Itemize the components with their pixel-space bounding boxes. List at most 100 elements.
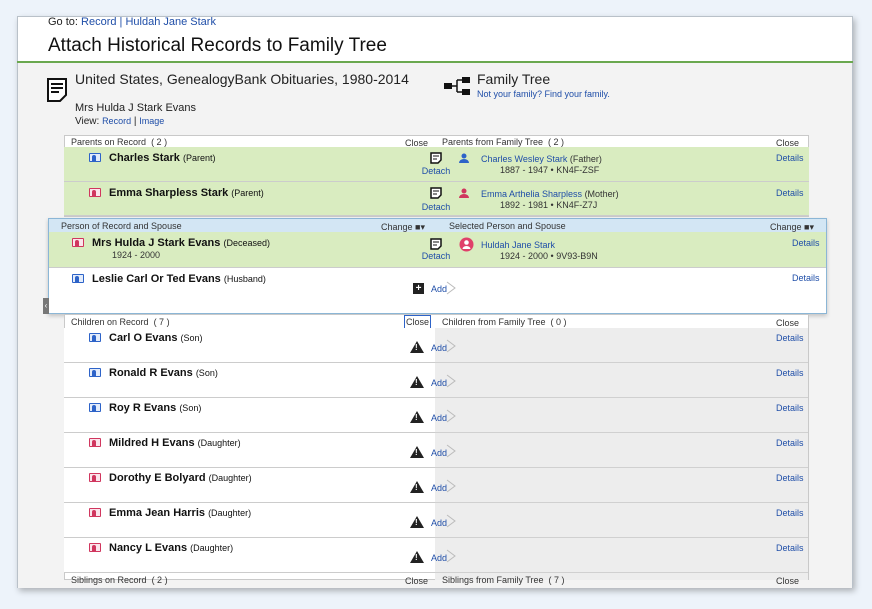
details-link[interactable]: Details	[776, 438, 804, 448]
male-person-icon	[89, 333, 101, 342]
child-role: (Daughter)	[197, 438, 241, 448]
tree-mother-dates: 1892 - 1981 • KN4F-Z7J	[500, 200, 598, 210]
children-close-button[interactable]: Close	[404, 315, 432, 329]
view-image-link[interactable]: Image	[139, 116, 164, 126]
chevron-right-icon	[446, 549, 456, 563]
female-person-icon	[89, 508, 101, 517]
detach-record-icon	[430, 238, 442, 250]
record-link[interactable]: Record | Huldah Jane Stark	[81, 16, 216, 28]
female-person-icon	[72, 238, 84, 247]
parents-tree-header: Parents from Family Tree ( 2 )	[442, 137, 564, 147]
details-link[interactable]: Details	[776, 188, 804, 198]
detach-button[interactable]: Detach	[419, 202, 453, 212]
children-tree-close-button[interactable]: Close	[776, 318, 799, 328]
parent-role: (Parent)	[183, 153, 216, 163]
detach-button[interactable]: Detach	[419, 166, 453, 176]
view-label: View:	[75, 116, 100, 127]
row-divider	[435, 467, 808, 468]
child-role: (Daughter)	[208, 473, 252, 483]
chevron-right-icon	[446, 339, 456, 353]
child-name: Nancy L Evans (Daughter)	[109, 542, 233, 554]
male-person-icon	[89, 153, 101, 162]
spouse-role: (Husband)	[223, 274, 266, 284]
family-tree-title: Family Tree	[477, 71, 551, 87]
female-person-icon	[89, 543, 101, 552]
details-link[interactable]: Details	[792, 238, 820, 248]
tree-father-link[interactable]: Charles Wesley Stark	[481, 154, 567, 164]
female-person-icon	[89, 188, 101, 197]
parent-role: (Parent)	[231, 188, 264, 198]
record-subject: Mrs Hulda J Stark Evans	[75, 102, 197, 114]
tree-mother: Emma Arthelia Sharpless (Mother)	[481, 189, 619, 199]
chevron-right-icon	[446, 444, 456, 458]
collapse-handle[interactable]: ‹	[43, 298, 49, 314]
siblings-tree-header-label: Siblings from Family Tree	[442, 575, 544, 585]
child-name-text: Emma Jean Harris	[109, 507, 205, 519]
details-link[interactable]: Details	[776, 403, 804, 413]
add-child-button[interactable]: Add	[431, 378, 447, 388]
chevron-right-icon	[446, 374, 456, 388]
record-view: View: Record | Image	[75, 116, 165, 127]
details-link[interactable]: Details	[776, 473, 804, 483]
warning-icon	[410, 446, 424, 458]
add-child-button[interactable]: Add	[431, 553, 447, 563]
siblings-tree-header: Siblings from Family Tree ( 7 )	[442, 575, 565, 585]
view-record-link[interactable]: Record	[102, 116, 131, 126]
detach-record-icon	[430, 152, 442, 164]
record-document-icon	[47, 78, 67, 102]
parents-tree-header-label: Parents from Family Tree	[442, 137, 544, 147]
plus-icon: +	[413, 283, 424, 294]
parent-name: Charles Stark (Parent)	[109, 152, 216, 164]
children-record-count: ( 7 )	[153, 317, 170, 327]
add-child-button[interactable]: Add	[431, 483, 447, 493]
children-tree-header: Children from Family Tree ( 0 )	[442, 317, 567, 327]
warning-icon	[410, 551, 424, 563]
tree-father-dates: 1887 - 1947 • KN4F-ZSF	[500, 165, 600, 175]
tree-father-rel: (Father)	[569, 154, 602, 164]
details-link[interactable]: Details	[776, 333, 804, 343]
row-divider	[435, 432, 808, 433]
chevron-right-icon	[446, 514, 456, 528]
siblings-record-header-label: Siblings on Record	[71, 575, 147, 585]
siblings-tree-close-button[interactable]: Close	[776, 576, 799, 586]
add-child-button[interactable]: Add	[431, 518, 447, 528]
add-child-button[interactable]: Add	[431, 448, 447, 458]
details-link[interactable]: Details	[776, 508, 804, 518]
children-tree-count: ( 0 )	[550, 317, 567, 327]
parents-record-header: Parents on Record ( 2 )	[71, 137, 167, 147]
child-name: Ronald R Evans (Son)	[109, 367, 218, 379]
child-name-text: Ronald R Evans	[109, 367, 193, 379]
add-spouse-button[interactable]: Add	[431, 284, 447, 294]
details-link[interactable]: Details	[776, 368, 804, 378]
siblings-close-button[interactable]: Close	[405, 576, 428, 586]
child-role: (Son)	[179, 403, 202, 413]
principal-name-text: Mrs Hulda J Stark Evans	[92, 237, 221, 249]
person-dropdown-icon: ■▾	[415, 222, 426, 232]
child-role: (Daughter)	[208, 508, 252, 518]
warning-icon	[410, 376, 424, 388]
female-person-icon	[89, 438, 101, 447]
child-name-text: Mildred H Evans	[109, 437, 195, 449]
record-title: United States, GenealogyBank Obituaries,…	[75, 71, 409, 87]
change-tree-label: Change	[770, 222, 802, 232]
details-link[interactable]: Details	[776, 543, 804, 553]
chevron-right-icon	[446, 409, 456, 423]
add-child-button[interactable]: Add	[431, 343, 447, 353]
tree-principal-dates: 1924 - 2000 • 9V93-B9N	[500, 251, 598, 261]
parents-record-header-label: Parents on Record	[71, 137, 147, 147]
spouse-name: Leslie Carl Or Ted Evans (Husband)	[92, 273, 266, 285]
spouse-name-text: Leslie Carl Or Ted Evans	[92, 273, 221, 285]
tree-principal-link[interactable]: Huldah Jane Stark	[481, 240, 555, 250]
warning-icon	[410, 341, 424, 353]
principal-dates: 1924 - 2000	[112, 250, 161, 260]
detach-record-icon	[430, 187, 442, 199]
parent-name: Emma Sharpless Stark (Parent)	[109, 187, 264, 199]
add-child-button[interactable]: Add	[431, 413, 447, 423]
detach-button[interactable]: Detach	[419, 251, 453, 261]
children-tree-empty-area	[435, 328, 808, 580]
find-family-link[interactable]: Not your family? Find your family.	[477, 89, 610, 99]
male-person-icon	[72, 274, 84, 283]
tree-mother-link[interactable]: Emma Arthelia Sharpless	[481, 189, 582, 199]
details-link[interactable]: Details	[776, 153, 804, 163]
details-link[interactable]: Details	[792, 273, 820, 283]
